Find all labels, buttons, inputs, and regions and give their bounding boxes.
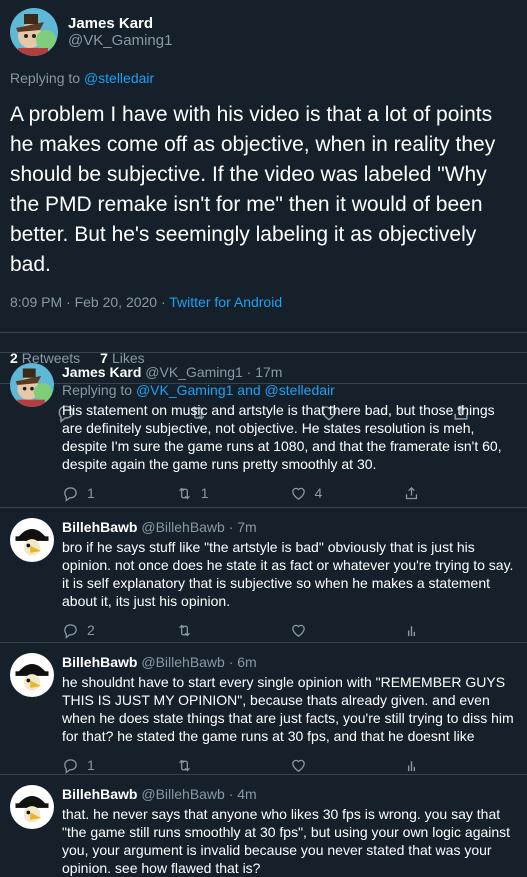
reply-actions: 2 [62, 620, 517, 640]
avatar[interactable] [10, 518, 54, 562]
reply-button[interactable]: 1 [62, 485, 176, 502]
avatar[interactable] [10, 363, 54, 407]
reply-tweet[interactable]: BillehBawb @BillehBawb · 4m that. he nev… [0, 774, 527, 876]
author-names: James Kard @VK_Gaming1 [68, 15, 172, 49]
reply-text: he shouldnt have to start every single o… [62, 674, 514, 744]
reply-tweet[interactable]: BillehBawb @BillehBawb · 6m he shouldnt … [0, 642, 527, 774]
reply-tweet[interactable]: BillehBawb @BillehBawb · 7m bro if he sa… [0, 507, 527, 639]
share-button[interactable] [403, 485, 517, 502]
retweet-button[interactable]: 1 [176, 485, 290, 502]
like-count: 4 [314, 485, 323, 501]
reply-header: BillehBawb @BillehBawb · 7m [62, 518, 517, 536]
display-name[interactable]: BillehBawb [62, 519, 137, 535]
analytics-button[interactable] [403, 757, 517, 774]
handle-time[interactable]: @BillehBawb · 4m [141, 786, 256, 802]
replying-prefix: Replying to [10, 70, 84, 86]
reply-text: bro if he says stuff like "the artstyle … [62, 539, 514, 609]
like-icon [291, 624, 305, 637]
reply-button[interactable]: 2 [62, 622, 176, 639]
analytics-icon [408, 760, 416, 771]
handle-time[interactable]: @BillehBawb · 7m [141, 519, 256, 535]
reply-actions: 1 [62, 755, 517, 775]
avatar[interactable] [10, 653, 54, 697]
display-name[interactable]: James Kard [68, 15, 172, 32]
reply-count: 1 [87, 757, 95, 773]
reply-icon [64, 758, 77, 774]
like-button[interactable] [290, 622, 404, 639]
reply-button[interactable]: 1 [62, 757, 176, 774]
replying-to: Replying to @stelledair [10, 70, 517, 86]
replying-to: Replying to @VK_Gaming1 and @stelledair [62, 381, 517, 399]
retweet-button[interactable] [176, 622, 290, 639]
display-name[interactable]: BillehBawb [62, 786, 137, 802]
retweet-button[interactable] [176, 757, 290, 774]
handle-time[interactable]: @VK_Gaming1 · 17m [145, 364, 282, 380]
like-button[interactable]: 4 [290, 485, 404, 502]
analytics-icon [408, 625, 416, 636]
analytics-button[interactable] [403, 622, 517, 639]
reply-text: that. he never says that anyone who like… [62, 806, 511, 876]
tweet-meta: 8:09 PM · Feb 20, 2020 · Twitter for And… [10, 294, 517, 314]
tweet-time[interactable]: 8:09 PM · Feb 20, 2020 · [10, 294, 169, 310]
reply-text: His statement on music and artstyle is t… [62, 402, 502, 472]
tweet-header: James Kard @VK_Gaming1 [10, 0, 517, 58]
reply-header: James Kard @VK_Gaming1 · 17m [62, 363, 517, 381]
avatar[interactable] [10, 8, 58, 56]
reply-count: 2 [87, 622, 95, 638]
display-name[interactable]: James Kard [62, 364, 141, 380]
like-icon [291, 487, 305, 500]
reply-header: BillehBawb @BillehBawb · 6m [62, 653, 517, 671]
handle-time[interactable]: @BillehBawb · 6m [141, 654, 256, 670]
tweet-text: A problem I have with his video is that … [10, 103, 496, 276]
display-name[interactable]: BillehBawb [62, 654, 137, 670]
like-icon [291, 759, 305, 772]
reply-icon [64, 486, 77, 502]
tweet-source[interactable]: Twitter for Android [169, 294, 282, 310]
reply-count: 1 [87, 485, 95, 501]
retweet-icon [178, 487, 190, 499]
retweet-count: 1 [200, 485, 209, 501]
share-icon [406, 486, 418, 499]
main-tweet: James Kard @VK_Gaming1 Replying to @stel… [0, 0, 527, 314]
handle[interactable]: @VK_Gaming1 [68, 32, 172, 49]
like-button[interactable] [290, 757, 404, 774]
reply-tweet[interactable]: James Kard @VK_Gaming1 · 17m Replying to… [0, 352, 527, 502]
replying-to-link[interactable]: @stelledair [84, 70, 154, 86]
reply-icon [64, 623, 77, 639]
retweet-icon [178, 759, 190, 771]
avatar[interactable] [10, 785, 54, 829]
replying-prefix: Replying to [62, 382, 136, 398]
retweet-icon [178, 624, 190, 636]
reply-actions: 1 1 4 [62, 483, 517, 503]
replying-to-link[interactable]: @VK_Gaming1 and @stelledair [136, 382, 335, 398]
reply-header: BillehBawb @BillehBawb · 4m [62, 785, 517, 803]
